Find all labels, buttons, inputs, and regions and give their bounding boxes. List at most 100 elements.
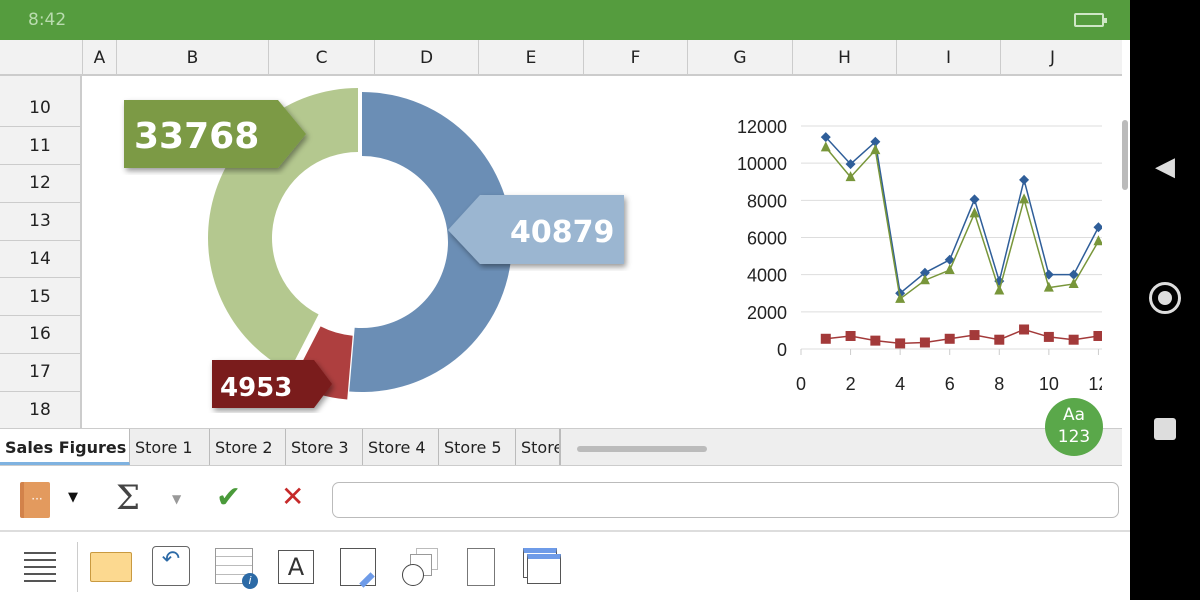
bottom-toolbar: ↶ i A — [0, 534, 1130, 600]
x-tick-label: 6 — [945, 374, 955, 394]
window-icon[interactable] — [523, 548, 561, 586]
status-bar: 8:42 — [0, 0, 1130, 40]
sheet-tabs: Store 6Store 5Store 4Store 3Store 2Store… — [0, 428, 1122, 466]
y-tick-label: 2000 — [747, 303, 787, 323]
data-label: 33768 — [134, 116, 259, 157]
row-header[interactable]: 16 — [0, 316, 80, 354]
page-icon[interactable] — [467, 548, 495, 586]
data-point — [1068, 277, 1079, 288]
sum-icon[interactable]: Σ — [116, 478, 140, 518]
formula-input[interactable] — [332, 482, 1119, 518]
x-tick-label: 12 — [1088, 374, 1102, 394]
data-point — [820, 333, 831, 344]
vertical-scrollbar[interactable] — [1122, 120, 1128, 190]
column-header[interactable]: I — [896, 40, 1000, 74]
text-box-icon[interactable]: A — [278, 550, 314, 584]
row-header[interactable]: 11 — [0, 128, 80, 166]
row-header[interactable]: 18 — [0, 392, 80, 430]
sheet-tab[interactable]: Store 2 — [210, 429, 286, 465]
data-point — [1019, 324, 1030, 335]
chevron-down-icon[interactable]: ▼ — [68, 490, 78, 505]
y-tick-label: 0 — [777, 340, 787, 360]
data-point — [969, 330, 980, 341]
x-tick-label: 10 — [1039, 374, 1059, 394]
format-painter-icon[interactable]: ↶ — [152, 546, 190, 586]
row-header[interactable]: 12 — [0, 165, 80, 204]
column-header[interactable]: J — [1000, 40, 1104, 74]
shapes-icon[interactable] — [402, 548, 440, 586]
formula-bar: ··· ▼ Σ ▼ ✔ ✕ — [0, 468, 1130, 532]
back-icon[interactable]: ◀ — [1130, 152, 1200, 182]
data-point — [944, 264, 955, 275]
data-point — [1093, 330, 1102, 341]
column-headers: ABCDEFGHIJ — [0, 40, 1122, 76]
data-label: 40879 — [510, 215, 614, 250]
column-header[interactable]: C — [268, 40, 374, 74]
table-info-icon[interactable]: i — [215, 548, 258, 589]
divider — [77, 542, 78, 592]
keyboard-mode-button[interactable]: Aa 123 — [1045, 398, 1103, 456]
data-point — [1093, 222, 1102, 233]
row-header[interactable]: 14 — [0, 241, 80, 279]
column-header[interactable]: A — [82, 40, 116, 74]
sheet-tab[interactable]: Store 5 — [439, 429, 516, 465]
sheet-tab[interactable]: Store 1 — [130, 429, 210, 465]
line-chart[interactable]: 02000400060008000100001200002468101214 — [642, 76, 1102, 428]
data-point — [1068, 334, 1079, 345]
y-tick-label: 6000 — [747, 229, 787, 249]
cancel-icon[interactable]: ✕ — [281, 480, 304, 513]
y-tick-label: 8000 — [747, 191, 787, 211]
data-point — [895, 338, 906, 349]
data-point — [994, 334, 1005, 345]
row-header[interactable]: 15 — [0, 279, 80, 317]
row-header[interactable]: 13 — [0, 203, 80, 241]
android-nav-bar: ◀ — [1130, 0, 1200, 600]
data-point — [1043, 331, 1054, 342]
column-header[interactable]: G — [687, 40, 792, 74]
series-line — [825, 328, 1099, 345]
sheet-tab[interactable]: Sales Figures — [0, 429, 130, 465]
confirm-icon[interactable]: ✔ — [216, 480, 241, 515]
column-header[interactable]: B — [116, 40, 268, 74]
recents-icon[interactable] — [1130, 418, 1200, 440]
y-tick-label: 4000 — [747, 266, 787, 286]
donut-chart[interactable]: 33768 40879 4953 — [82, 76, 642, 428]
fab-line1: Aa — [1062, 405, 1086, 425]
data-point — [944, 333, 955, 344]
clock: 8:42 — [28, 10, 67, 30]
column-header[interactable]: E — [478, 40, 583, 74]
fill-style-icon[interactable] — [340, 548, 376, 588]
column-header[interactable]: D — [374, 40, 478, 74]
data-point — [1093, 235, 1102, 246]
row-header[interactable]: 17 — [0, 354, 80, 392]
horizontal-scrollbar[interactable] — [560, 429, 1122, 465]
row-headers: 10 11 12 13 14 15 16 17 18 — [0, 76, 82, 430]
sheet-area[interactable]: 33768 40879 4953 0 2000 4000 6000 8000 10000 120… — [82, 76, 1122, 428]
fab-line2: 123 — [1057, 427, 1091, 447]
sheet-tab[interactable]: Store 6 — [516, 429, 560, 465]
x-tick-label: 0 — [796, 374, 806, 394]
data-label: 4953 — [220, 373, 292, 403]
chevron-down-icon[interactable]: ▼ — [172, 492, 181, 506]
column-header[interactable]: F — [583, 40, 687, 74]
sheet-tab[interactable]: Store 3 — [286, 429, 363, 465]
y-tick-label: 10000 — [737, 154, 787, 174]
sheet-tab[interactable]: Store 4 — [363, 429, 439, 465]
data-point — [919, 337, 930, 348]
y-tick-label: 12000 — [737, 117, 787, 137]
menu-icon[interactable] — [24, 552, 56, 582]
x-tick-label: 2 — [846, 374, 856, 394]
home-icon[interactable] — [1130, 282, 1200, 314]
data-point — [1019, 174, 1030, 185]
series-line — [825, 146, 1100, 301]
column-header[interactable]: H — [792, 40, 896, 74]
row-header[interactable]: 10 — [0, 76, 80, 127]
x-tick-label: 8 — [994, 374, 1004, 394]
data-point — [994, 284, 1005, 295]
data-point — [820, 141, 831, 152]
data-point — [845, 330, 856, 341]
open-folder-icon[interactable] — [90, 552, 132, 582]
x-tick-label: 4 — [895, 374, 905, 394]
cell-reference-icon[interactable]: ··· — [20, 482, 50, 518]
scroll-thumb[interactable] — [577, 446, 707, 452]
